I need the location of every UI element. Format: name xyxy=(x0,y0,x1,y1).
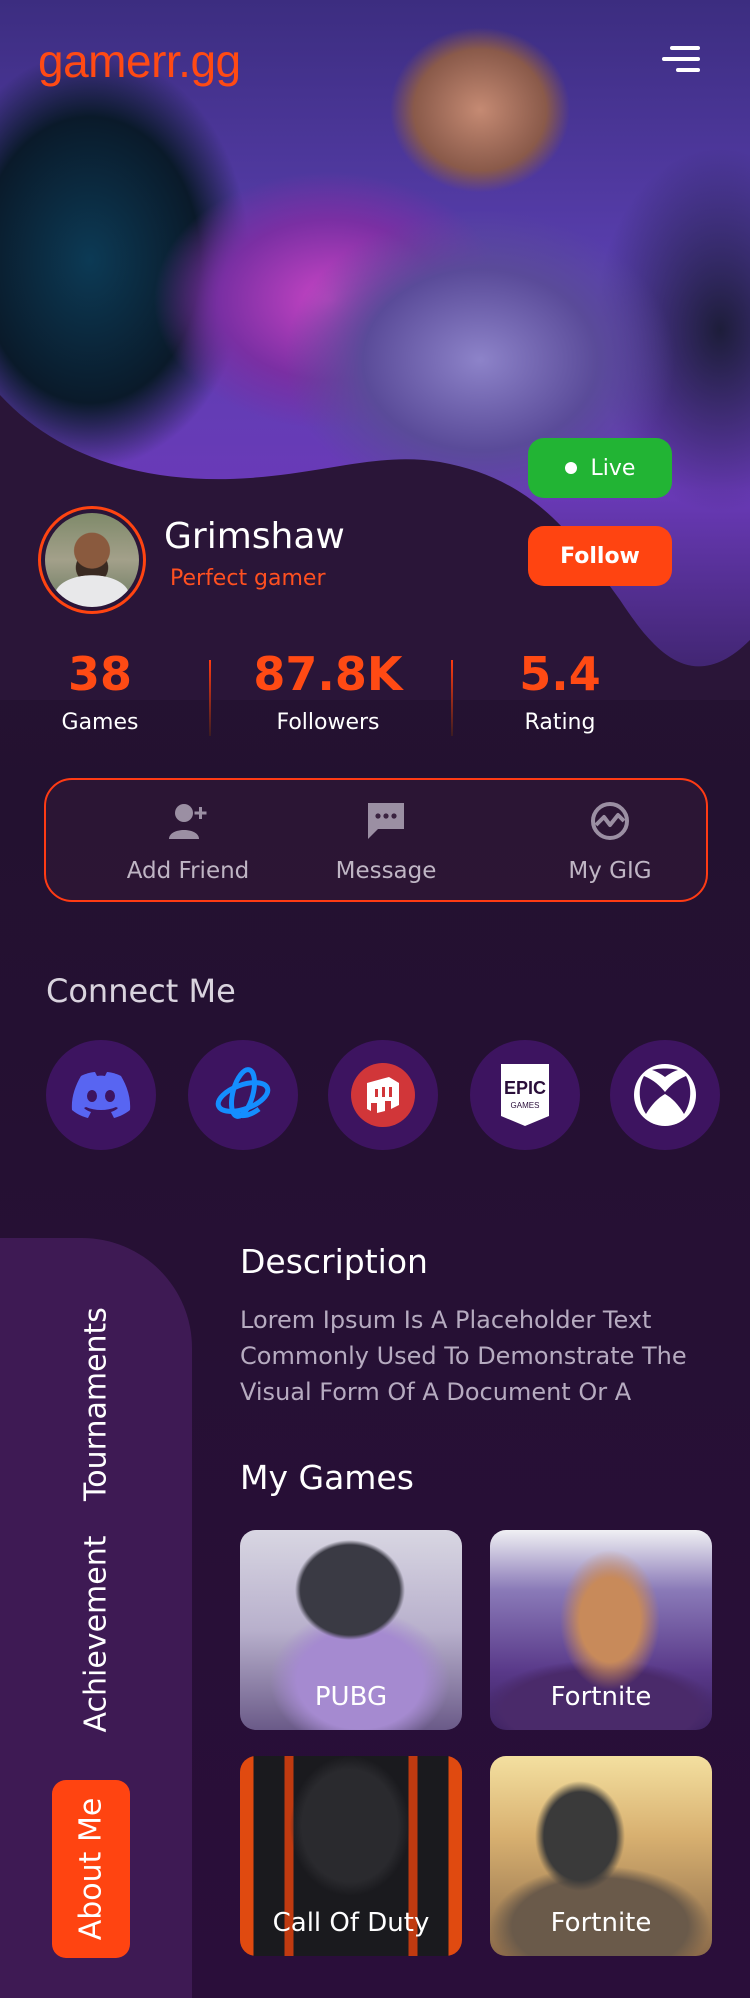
stat-rating: 5.4 Rating xyxy=(460,646,660,735)
menu-icon-line xyxy=(676,68,700,72)
game-card-pubg[interactable]: PUBG xyxy=(240,1530,462,1730)
game-name: PUBG xyxy=(314,1682,388,1712)
riot-icon xyxy=(351,1063,415,1127)
my-games-title: My Games xyxy=(240,1458,414,1497)
action-label: Message xyxy=(335,858,437,884)
tab-tournaments[interactable]: Tournaments xyxy=(79,1307,114,1501)
message-icon xyxy=(286,796,486,846)
profile-tagline: Perfect gamer xyxy=(170,566,326,591)
tab-about-me[interactable]: About Me xyxy=(52,1780,130,1958)
connect-title: Connect Me xyxy=(46,972,236,1010)
battlenet-button[interactable] xyxy=(188,1040,298,1150)
epic-logo-top: EPIC xyxy=(504,1078,546,1098)
discord-button[interactable] xyxy=(46,1040,156,1150)
game-name: Call Of Duty xyxy=(272,1908,430,1938)
description-title: Description xyxy=(240,1242,428,1281)
add-friend-button[interactable]: Add Friend xyxy=(88,796,288,884)
action-label: My GIG xyxy=(568,858,652,884)
gig-icon xyxy=(510,796,710,846)
action-bar: Add Friend Message My GIG xyxy=(44,778,708,902)
stat-value: 5.4 xyxy=(519,647,601,701)
avatar-photo xyxy=(45,513,139,607)
my-gig-button[interactable]: My GIG xyxy=(510,796,710,884)
game-name: Fortnite xyxy=(550,1682,652,1712)
epic-games-button[interactable]: EPIC GAMES xyxy=(470,1040,580,1150)
battlenet-icon xyxy=(215,1067,271,1119)
message-button[interactable]: Message xyxy=(286,796,486,884)
follow-button[interactable]: Follow xyxy=(528,526,672,586)
tab-achievement[interactable]: Achievement xyxy=(79,1536,114,1733)
game-card-call-of-duty[interactable]: Call Of Duty xyxy=(240,1756,462,1956)
epic-logo-bottom: GAMES xyxy=(511,1101,540,1110)
menu-icon xyxy=(670,46,700,50)
menu-icon-line xyxy=(662,57,700,61)
stats-row: 38 Games 87.8K Followers 5.4 Rating xyxy=(0,646,750,746)
profile-name: Grimshaw xyxy=(164,516,345,557)
xbox-icon xyxy=(634,1064,696,1126)
description-text: Lorem Ipsum Is A Placeholder Text Common… xyxy=(240,1306,687,1406)
game-card-fortnite[interactable]: Fortnite xyxy=(490,1530,712,1730)
stat-label: Games xyxy=(61,710,139,735)
riot-button[interactable] xyxy=(328,1040,438,1150)
brand-logo[interactable]: gamerr.gg xyxy=(38,34,241,88)
epic-games-icon: EPIC GAMES xyxy=(501,1064,549,1126)
stat-label: Rating xyxy=(524,710,596,735)
stat-games: 38 Games xyxy=(0,646,200,735)
add-friend-icon xyxy=(88,796,288,846)
tab-about-me-label: About Me xyxy=(73,1797,109,1941)
stat-followers: 87.8K Followers xyxy=(228,646,428,735)
action-label: Add Friend xyxy=(126,858,250,884)
stat-value: 38 xyxy=(67,647,132,701)
stat-label: Followers xyxy=(276,710,380,735)
game-card-fortnite-2[interactable]: Fortnite xyxy=(490,1756,712,1956)
xbox-button[interactable] xyxy=(610,1040,720,1150)
live-badge: Live xyxy=(528,438,672,498)
stat-divider xyxy=(451,660,453,736)
menu-button[interactable] xyxy=(662,46,700,74)
live-dot-icon xyxy=(564,462,577,474)
game-name: Fortnite xyxy=(550,1908,652,1938)
avatar[interactable] xyxy=(38,506,146,614)
stat-divider xyxy=(209,660,211,736)
live-label: Live xyxy=(590,455,636,481)
stat-value: 87.8K xyxy=(253,647,403,701)
discord-icon xyxy=(71,1072,131,1118)
